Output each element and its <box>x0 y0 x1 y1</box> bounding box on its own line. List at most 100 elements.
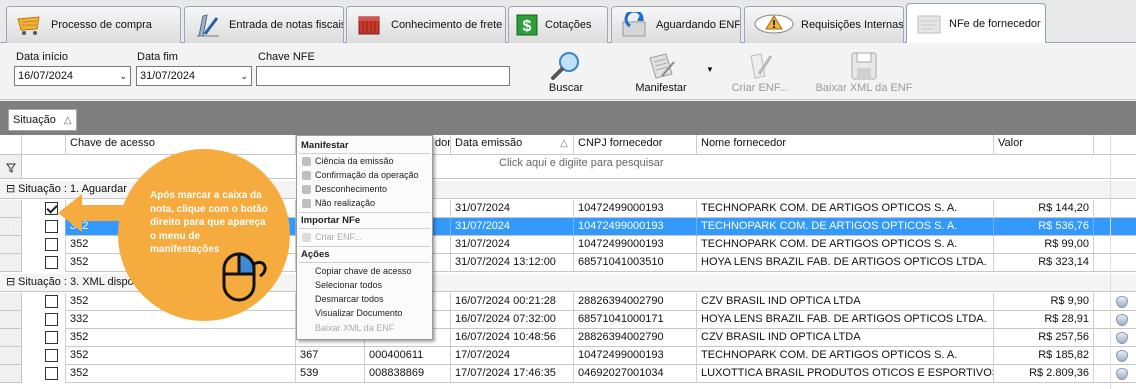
row-indicator[interactable] <box>0 311 22 329</box>
menu-item-desconhecimento[interactable]: Desconhecimento <box>315 184 387 194</box>
row-indicator[interactable] <box>0 236 22 254</box>
cell-nome: HOYA LENS BRAZIL FAB. DE ARTIGOS OPTICOS… <box>697 311 994 329</box>
menu-header-acoes: Ações <box>301 249 330 260</box>
row-checkbox[interactable] <box>45 295 58 308</box>
cell-valor: R$ 28,91 <box>994 311 1094 329</box>
tab-label: Aguardando ENF <box>656 19 741 31</box>
row-check-cell <box>22 329 66 347</box>
manifestar-button[interactable]: Manifestar <box>622 47 700 97</box>
table-row[interactable]: 352134000177649516/07/2024 10:48:5628826… <box>0 329 1136 347</box>
group-by-situacao-tag[interactable]: Situação △ <box>8 109 77 131</box>
refresh-icon <box>620 12 650 38</box>
cell-nome: CZV BRASIL IND OPTICA LTDA <box>697 293 994 311</box>
buscar-button[interactable]: Buscar <box>536 47 596 97</box>
row-indicator[interactable]: I <box>0 218 22 236</box>
menu-item-ciencia[interactable]: Ciência da emissão <box>315 156 394 166</box>
row-check-cell <box>22 365 66 383</box>
tab-conhecimento-de-frete[interactable]: Conhecimento de frete <box>346 6 506 43</box>
cell-nome: LUXOTTICA BRASIL PRODUTOS OTICOS E ESPOR… <box>697 365 994 383</box>
cell-valor: R$ 9,90 <box>994 293 1094 311</box>
tab-label: Conhecimento de frete <box>391 19 503 31</box>
desconhecimento-icon <box>302 185 311 194</box>
column-header-data-emissao[interactable]: Data emissão △ <box>451 135 574 155</box>
menu-item-selecionar-todos[interactable]: Selecionar todos <box>315 280 382 290</box>
menu-item-criar-enf[interactable]: Criar ENF... <box>315 232 362 242</box>
criar-enf-button[interactable]: Criar ENF... <box>728 47 792 97</box>
mouse-right-click-icon <box>222 252 267 302</box>
menu-item-copiar-chave[interactable]: Copiar chave de acesso <box>315 266 412 276</box>
column-header-valor[interactable]: Valor <box>994 135 1094 155</box>
tab-entrada-de-notas-fiscais[interactable]: Entrada de notas fiscais <box>184 6 344 43</box>
grid-header-row: Chave de acesso dor Data emissão △ CNPJ … <box>0 135 1136 155</box>
manifestar-label: Manifestar <box>635 82 687 94</box>
data-fim-picker[interactable]: 31/07/2024 ⌄ <box>136 66 252 86</box>
table-row[interactable]: 352 539 008838869 17/07/2024 17:46:35 046920… <box>0 365 1136 383</box>
column-header-cnpj[interactable]: CNPJ fornecedor <box>574 135 697 155</box>
filter-icon[interactable] <box>0 155 22 179</box>
documents-icon <box>649 53 675 79</box>
row-checkbox[interactable] <box>45 331 58 344</box>
row-check-cell <box>22 347 66 365</box>
tab-cotacoes[interactable]: $ Cotações <box>508 6 608 43</box>
cell-numero: 367 <box>296 347 365 365</box>
pen-icon <box>193 12 223 38</box>
row-checkbox[interactable] <box>45 313 58 326</box>
vertical-scroll-area[interactable] <box>1110 135 1136 389</box>
tab-processo-de-compra[interactable]: Processo de compra <box>6 6 181 43</box>
menu-separator <box>299 262 430 263</box>
cell-nome: HOYA LENS BRAZIL FAB. DE ARTIGOS OPTICOS… <box>697 254 994 272</box>
tab-aguardando-enf[interactable]: Aguardando ENF <box>611 6 741 43</box>
group-by-panel: Situação △ <box>0 101 1136 135</box>
manifestar-dropdown-arrow-icon[interactable]: ▼ <box>706 65 714 74</box>
menu-separator <box>299 246 430 247</box>
baixar-xml-button[interactable]: Baixar XML da ENF <box>806 47 922 97</box>
chave-nfe-input[interactable] <box>256 66 510 86</box>
cell-data-emissao: 31/07/2024 <box>451 218 574 236</box>
app-window: Processo de compra Entrada de notas fisc… <box>0 0 1136 389</box>
chevron-down-icon[interactable]: ⌄ <box>240 71 248 82</box>
column-header-data-emissao-label: Data emissão <box>455 137 523 149</box>
row-checkbox[interactable] <box>45 238 58 251</box>
tab-nfe-de-fornecedor[interactable]: NFe de fornecedor <box>906 3 1046 44</box>
cell-valor: R$ 99,00 <box>994 236 1094 254</box>
header-indicator-cell <box>0 135 22 155</box>
cell-valor: R$ 144,20 <box>994 200 1094 218</box>
row-checkbox[interactable] <box>45 256 58 269</box>
menu-item-nao-realizacao[interactable]: Não realização <box>315 198 375 208</box>
row-indicator[interactable] <box>0 347 22 365</box>
column-header-fornecedor-numero[interactable]: dor <box>433 135 451 155</box>
chevron-down-icon[interactable]: ⌄ <box>119 71 127 82</box>
data-inicio-picker[interactable]: 16/07/2024 ⌄ <box>14 66 131 86</box>
row-indicator[interactable] <box>0 365 22 383</box>
menu-item-confirmacao[interactable]: Confirmação da operação <box>315 170 419 180</box>
sort-ascending-icon: △ <box>560 138 568 149</box>
filter-hint: Click aqui e digiite para pesquisar <box>499 157 664 169</box>
column-header-nome[interactable]: Nome fornecedor <box>697 135 994 155</box>
menu-item-baixar-xml[interactable]: Baixar XML da ENF <box>315 323 394 333</box>
cell-chave: 352 <box>66 365 296 383</box>
tab-requisicoes-internas[interactable]: Requisições Internas <box>744 6 904 43</box>
menu-header-manifestar: Manifestar <box>301 140 349 151</box>
row-checkbox[interactable] <box>45 367 58 380</box>
arrow-left-icon <box>58 194 124 232</box>
svg-text:$: $ <box>523 18 532 35</box>
collapse-icon[interactable]: ⊟ <box>6 274 15 291</box>
table-row[interactable]: 352 367 000400611 17/07/2024 10472499000193 T… <box>0 347 1136 365</box>
menu-item-desmarcar-todos[interactable]: Desmarcar todos <box>315 294 384 304</box>
row-checkbox[interactable] <box>45 349 58 362</box>
cell-cnpj: 10472499000193 <box>574 200 697 218</box>
ciencia-icon <box>302 157 311 166</box>
menu-item-visualizar-documento[interactable]: Visualizar Documento <box>315 308 402 318</box>
tab-label: Cotações <box>545 19 592 31</box>
document-icon <box>915 11 943 37</box>
row-check-cell <box>22 293 66 311</box>
cell-nota: 000400611 <box>365 347 451 365</box>
collapse-icon[interactable]: ⊟ <box>6 181 15 198</box>
row-indicator[interactable] <box>0 293 22 311</box>
row-indicator[interactable] <box>0 254 22 272</box>
cell-nome: TECHNOPARK COM. DE ARTIGOS OPTICOS S. A. <box>697 236 994 254</box>
row-indicator[interactable] <box>0 200 22 218</box>
cell-nome: TECHNOPARK COM. DE ARTIGOS OPTICOS S. A. <box>697 347 994 365</box>
row-indicator[interactable] <box>0 329 22 347</box>
row-check-cell <box>22 236 66 254</box>
